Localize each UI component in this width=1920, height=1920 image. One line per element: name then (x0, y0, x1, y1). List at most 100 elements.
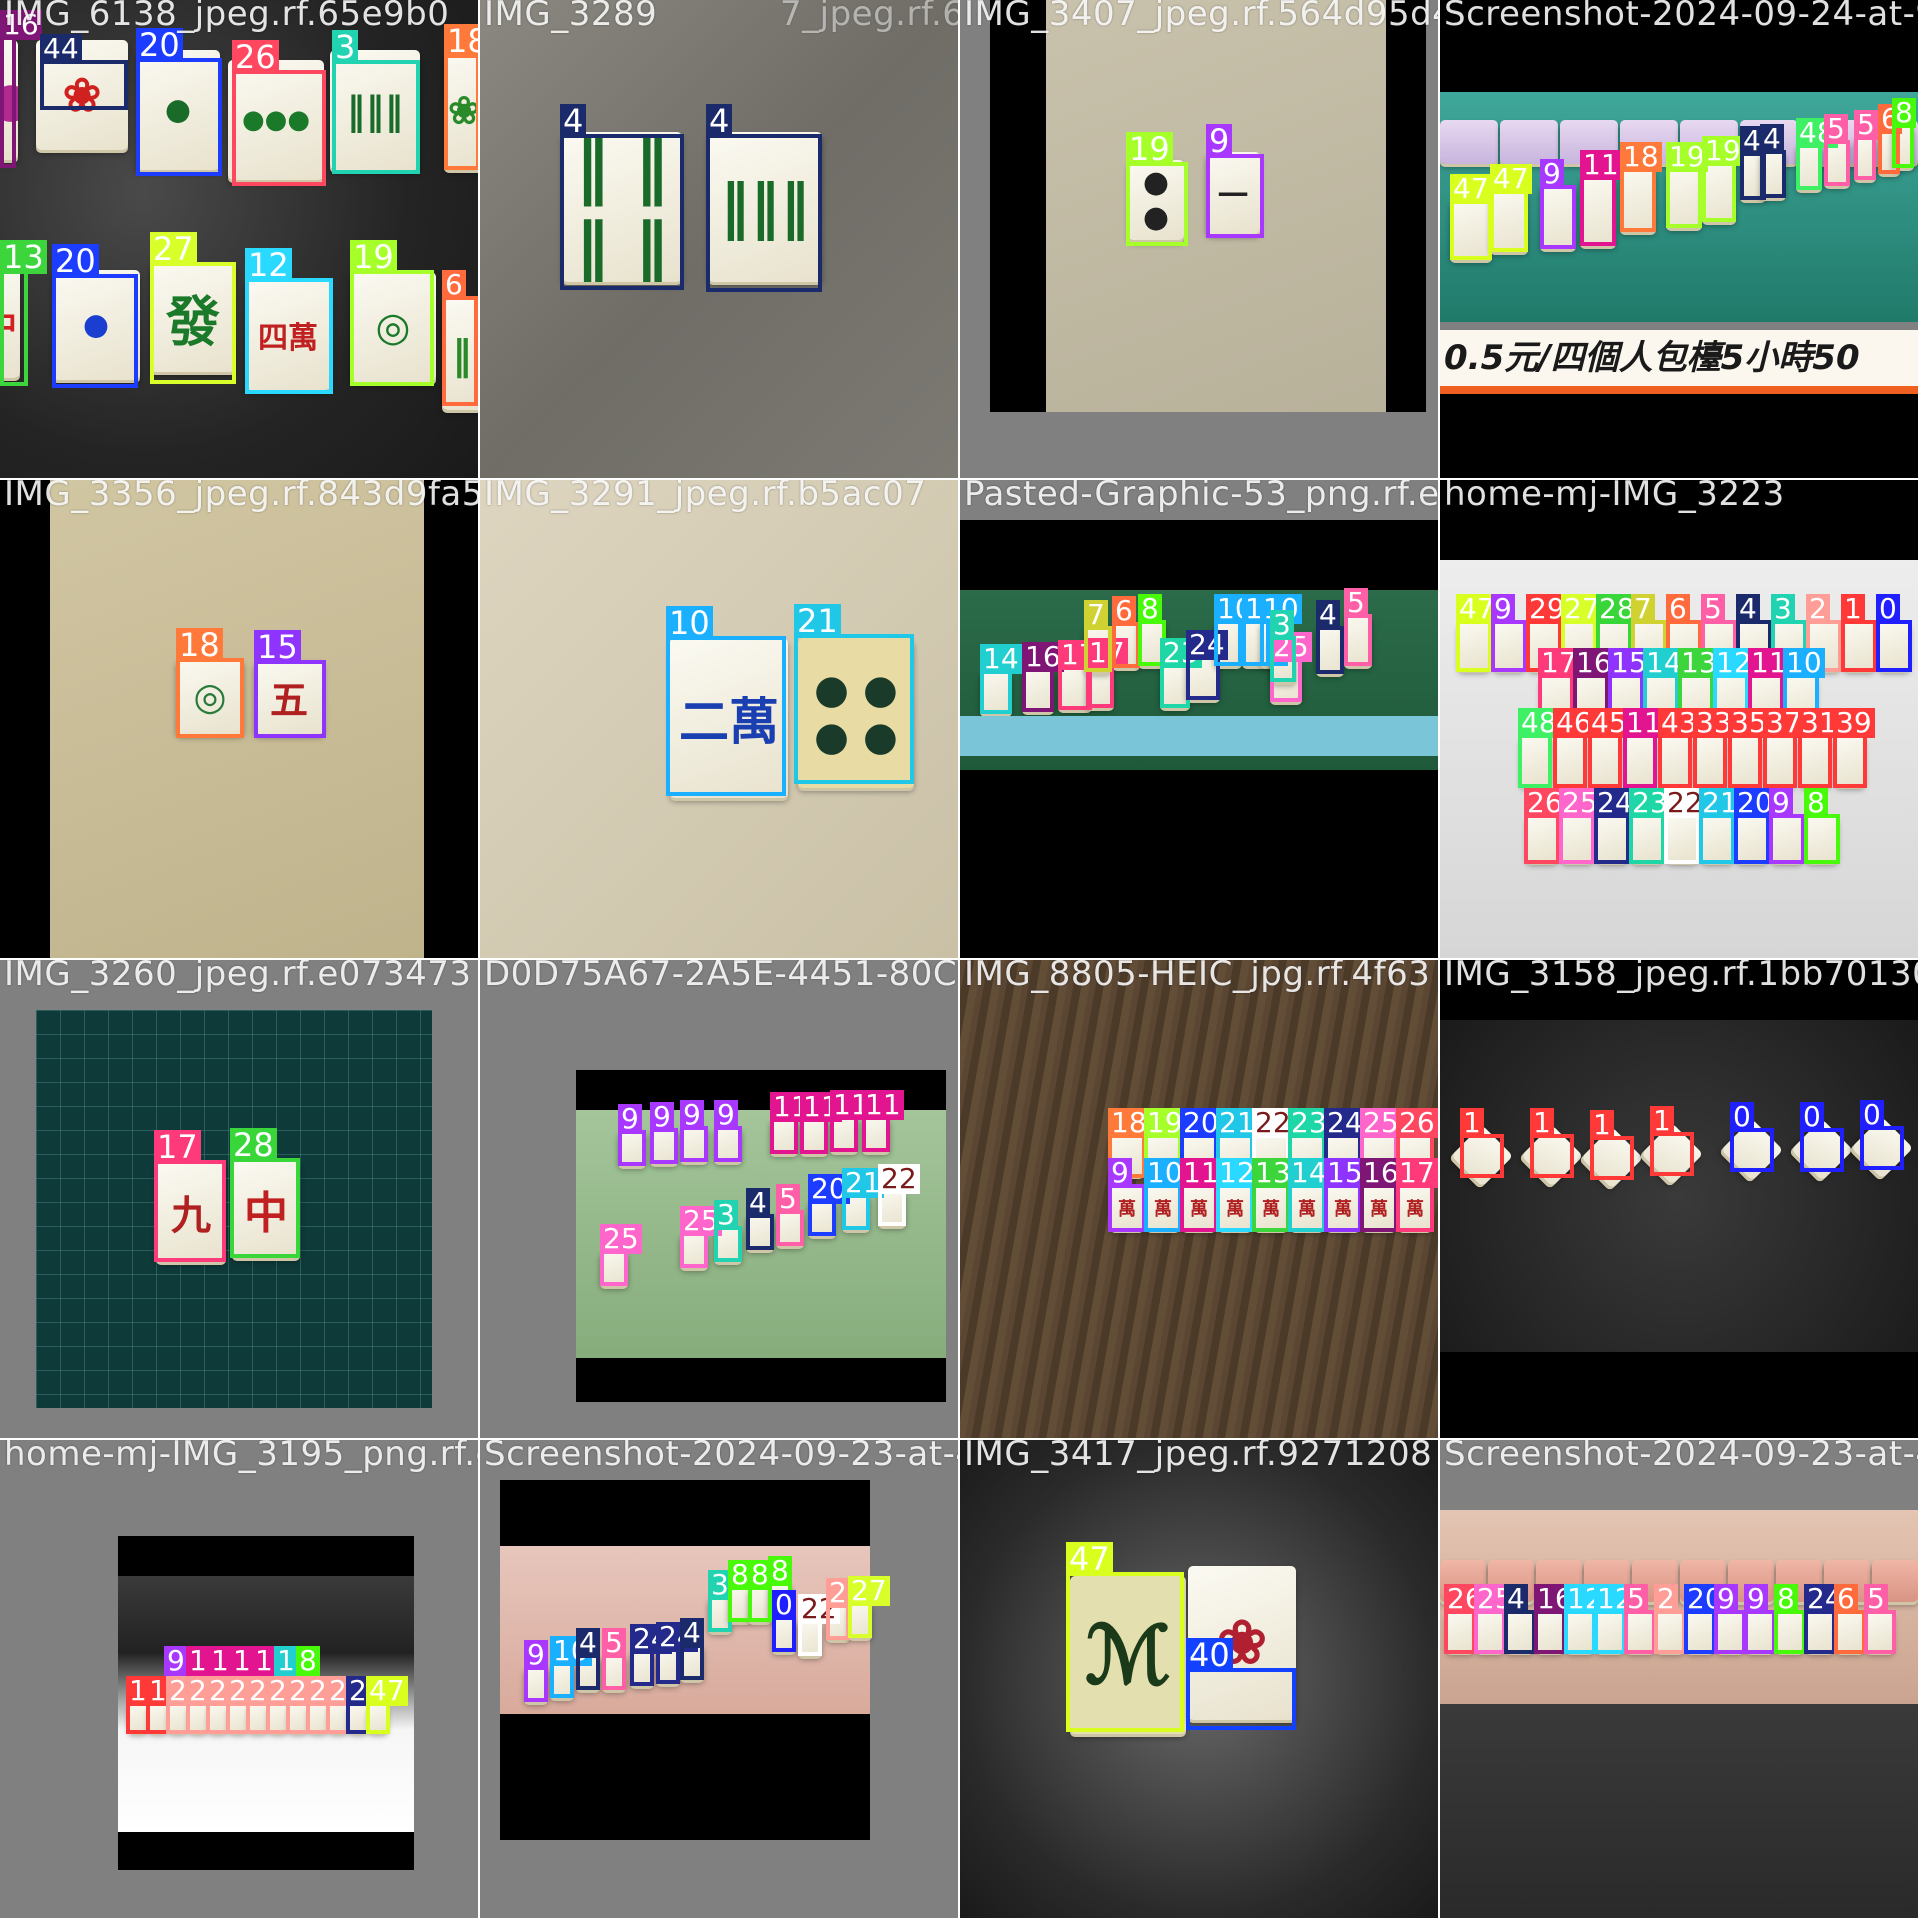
detection-box: 9 (1108, 1158, 1146, 1232)
detection-box: 16 (1022, 642, 1064, 712)
detection-label: 13 (0, 240, 47, 274)
letterbox-bar (500, 1714, 870, 1840)
detection-label: 18 (1620, 142, 1662, 172)
detection-label: 4 (1316, 600, 1340, 630)
detection-box: 39 (1833, 708, 1875, 788)
detection-box: 9 (650, 1102, 678, 1164)
detection-box: 14 (1288, 1158, 1330, 1232)
detection-label: 9 (524, 1640, 548, 1670)
detection-label: 9 (1744, 1584, 1768, 1614)
detection-label: 17 (1396, 1158, 1438, 1188)
detection-box: 47 (1066, 1542, 1184, 1732)
detection-label: 21 (794, 604, 841, 638)
detection-box: 45 (1588, 708, 1630, 788)
mosaic-cell: 9 10 4 5 24 24 4 3 8 8 8 0 22 2 27 Screenshot-2024-09-2… (480, 1440, 958, 1918)
detection-box: 44 (40, 34, 128, 110)
detection-label: 3 (1771, 594, 1795, 624)
file-name-label: Screenshot-2024-09-23-at-4 (1444, 1440, 1918, 1474)
detection-box: 20 (1734, 788, 1776, 864)
mosaic-cell: ◎ 五 18 15 IMG_3356_jpeg.rf.843d9fa58 (0, 480, 478, 958)
detection-box: 0 (1876, 594, 1912, 672)
detection-box: 12 (1564, 1584, 1606, 1654)
detection-label: 5 (1854, 110, 1878, 140)
mosaic-cell: 二萬 ● ● ● ● 10 21 IMG_3291_jpeg.rf.b5ac07 (480, 480, 958, 958)
detection-label: 9 (1491, 594, 1515, 624)
file-name-label: Screenshot-2024-09-23-at-4 (484, 1440, 958, 1474)
detection-label: 7 (1084, 600, 1108, 630)
detection-box: 17 (1396, 1158, 1438, 1232)
detection-label: 3 (714, 1200, 738, 1230)
detection-box: 4 (746, 1188, 774, 1250)
detection-label: 39 (1833, 708, 1875, 738)
detection-box: 11 (1580, 150, 1622, 246)
detection-box: 0 (772, 1590, 796, 1652)
detection-box: 33 (1693, 708, 1735, 788)
detection-box: 16 (1534, 1584, 1576, 1654)
detection-box: 47 (1490, 164, 1532, 252)
detection-box: 12 (1594, 1584, 1636, 1654)
detection-box: 1 (1530, 1108, 1574, 1178)
detection-label: 1 (1530, 1108, 1554, 1138)
detection-label: 14 (980, 644, 1022, 674)
file-name-label: IMG_3356_jpeg.rf.843d9fa58 (4, 480, 478, 514)
detection-label: 9 (1108, 1158, 1132, 1188)
detection-label: 6 (442, 270, 466, 300)
detection-label: 19 (1126, 132, 1173, 166)
file-name-label: Pasted-Graphic-53_png.rf.e2 (964, 480, 1438, 514)
detection-box: 16 (0, 10, 42, 168)
detection-box: 25 (680, 1206, 722, 1268)
detection-label: 4 (746, 1188, 770, 1218)
file-name-label: Screenshot-2024-09-24-at-9 (1444, 0, 1918, 34)
detection-box: 9 (618, 1104, 646, 1166)
detection-label: 11 (1580, 150, 1622, 180)
mosaic-cell: 47 47 9 11 18 19 19 4 4 48 5 5 6 8 0.5元/四個人包檯5小時50 Scre… (1440, 0, 1918, 478)
detection-box: 43 (1658, 708, 1700, 788)
detection-box: 21 (842, 1168, 884, 1230)
detection-box: 8 (1804, 788, 1840, 864)
detection-box: 24 (630, 1624, 672, 1686)
detection-box: 5 (602, 1628, 626, 1690)
detection-box: 4 (706, 104, 822, 292)
detection-box: 27 (848, 1576, 890, 1638)
detection-box: 27 (150, 232, 236, 384)
mosaic-cell: 26 25 4 16 12 12 5 2 20 9 9 8 24 6 5 Screenshot-2024-09… (1440, 1440, 1918, 1918)
detection-label: 2 (1806, 594, 1830, 624)
detection-label: 2 (826, 1578, 850, 1608)
detection-box: 10 (1214, 594, 1256, 666)
detection-label: 4 (680, 1618, 704, 1648)
detection-box: 21 (1699, 788, 1741, 864)
detection-label: 0 (1800, 1102, 1824, 1132)
promo-banner: 0.5元/四個人包檯5小時50 (1440, 330, 1918, 386)
detection-label: 12 (245, 248, 292, 282)
detection-label: 47 (1450, 174, 1492, 204)
detection-label: 0 (1860, 1100, 1884, 1130)
detection-box: 25 (1559, 788, 1601, 864)
file-name-label: IMG_3407_jpeg.rf.564d95d4 (964, 0, 1438, 34)
file-name-label: home-mj-IMG_3223 (1444, 480, 1785, 514)
detection-box: 9 (1714, 1584, 1746, 1654)
detection-box: 1 (1841, 594, 1877, 672)
letterbox-bar (1386, 0, 1426, 412)
detection-box: 17 (154, 1130, 226, 1262)
detection-box: 12 (245, 248, 333, 394)
detection-label: 17 (154, 1130, 201, 1164)
detection-label: 47 (366, 1676, 408, 1706)
detection-box: 16 (1360, 1158, 1402, 1232)
detection-box: 13 (0, 240, 47, 386)
detection-label: 19 (1702, 136, 1744, 166)
detection-label: 5 (1864, 1584, 1888, 1614)
detection-box: 12 (1216, 1158, 1258, 1232)
detection-label: 9 (650, 1102, 674, 1132)
detection-label: 8 (1774, 1584, 1798, 1614)
detection-box: 3 (332, 30, 420, 174)
letterbox-bar (576, 1358, 946, 1402)
detection-label: 10 (1783, 648, 1825, 678)
detection-box: 14 (980, 644, 1022, 714)
mosaic-cell: 9 9 9 9 11 11 11 11 25 25 3 4 5 20 21 22 D0D75A67-2A5E-4… (480, 960, 958, 1438)
detection-label: 26 (1396, 1108, 1438, 1138)
file-name-label: IMG_3291_jpeg.rf.b5ac07 (484, 480, 927, 514)
file-name-label: IMG_3260_jpeg.rf.e073473 (4, 960, 472, 994)
detection-label: 0 (772, 1590, 796, 1620)
detection-box: 4 (1760, 124, 1786, 198)
detection-label: 40 (1186, 1638, 1233, 1672)
